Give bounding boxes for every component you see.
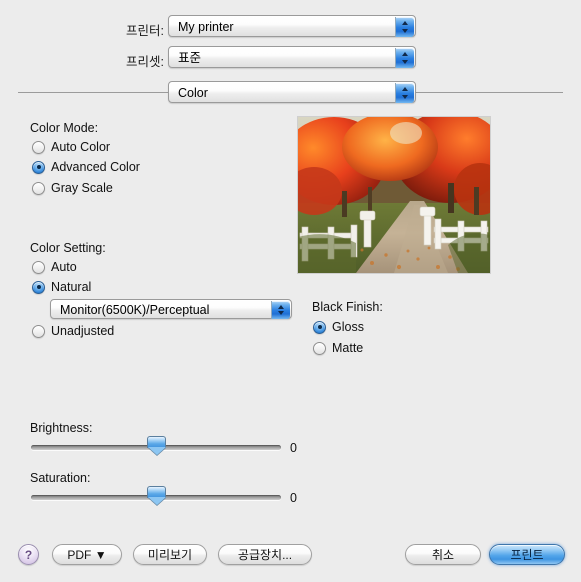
color-profile-value: Monitor(6500K)/Perceptual — [60, 303, 210, 317]
radio-gloss[interactable]: Gloss — [313, 320, 364, 334]
chevron-updown-icon — [271, 301, 290, 319]
brightness-slider-thumb[interactable] — [147, 436, 166, 456]
bottom-button-bar: ? PDF ▼ 미리보기 공급장치... 취소 프린트 — [0, 530, 581, 582]
radio-icon — [32, 324, 45, 338]
radio-icon-selected — [32, 280, 45, 294]
supply-levels-button[interactable]: 공급장치... — [218, 544, 312, 565]
saturation-value: 0 — [290, 491, 297, 505]
printer-popup[interactable]: My printer — [168, 15, 416, 37]
help-button[interactable]: ? — [18, 544, 39, 565]
brightness-label: Brightness: — [30, 421, 93, 435]
radio-label: Auto Color — [51, 140, 111, 154]
color-setting-title: Color Setting: — [30, 241, 106, 255]
radio-icon-selected — [313, 320, 326, 334]
radio-icon — [32, 140, 45, 154]
radio-label: Unadjusted — [51, 324, 115, 338]
printer-label: 프린터: — [126, 24, 164, 38]
radio-label: Gray Scale — [51, 181, 113, 195]
black-finish-title: Black Finish: — [312, 300, 383, 314]
print-button[interactable]: 프린트 — [489, 544, 565, 565]
preset-popup-value: 표준 — [178, 51, 202, 65]
radio-gray-scale[interactable]: Gray Scale — [32, 181, 113, 195]
radio-icon — [32, 260, 45, 274]
radio-label: Auto — [51, 260, 77, 274]
radio-icon — [313, 341, 326, 355]
pane-popup[interactable]: Color — [168, 81, 416, 103]
preset-label: 프리셋: — [126, 55, 164, 69]
autumn-scene-illustration — [298, 117, 490, 273]
brightness-value: 0 — [290, 441, 297, 455]
preview-button[interactable]: 미리보기 — [133, 544, 207, 565]
divider-left — [18, 92, 168, 93]
pane-popup-value: Color — [178, 86, 208, 100]
radio-natural[interactable]: Natural — [32, 280, 91, 294]
radio-label: Matte — [332, 341, 364, 355]
radio-auto[interactable]: Auto — [32, 260, 77, 274]
radio-label: Natural — [51, 280, 92, 294]
pdf-button[interactable]: PDF ▼ — [52, 544, 122, 565]
chevron-updown-icon — [395, 83, 414, 103]
preview-image — [298, 117, 490, 273]
chevron-updown-icon — [395, 48, 414, 68]
color-mode-title: Color Mode: — [30, 121, 99, 135]
saturation-label: Saturation: — [30, 471, 91, 485]
chevron-updown-icon — [395, 17, 414, 37]
preset-popup[interactable]: 표준 — [168, 46, 416, 68]
radio-label: Gloss — [332, 320, 364, 334]
divider-right — [416, 92, 563, 93]
saturation-slider-thumb[interactable] — [147, 486, 166, 506]
cancel-button[interactable]: 취소 — [405, 544, 481, 565]
printer-popup-value: My printer — [178, 20, 234, 34]
color-profile-popup[interactable]: Monitor(6500K)/Perceptual — [50, 299, 292, 319]
radio-icon-selected — [32, 160, 45, 174]
radio-auto-color[interactable]: Auto Color — [32, 140, 110, 154]
radio-matte[interactable]: Matte — [313, 341, 363, 355]
radio-icon — [32, 181, 45, 195]
radio-unadjusted[interactable]: Unadjusted — [32, 324, 114, 338]
radio-advanced-color[interactable]: Advanced Color — [32, 160, 140, 174]
radio-label: Advanced Color — [51, 160, 140, 174]
